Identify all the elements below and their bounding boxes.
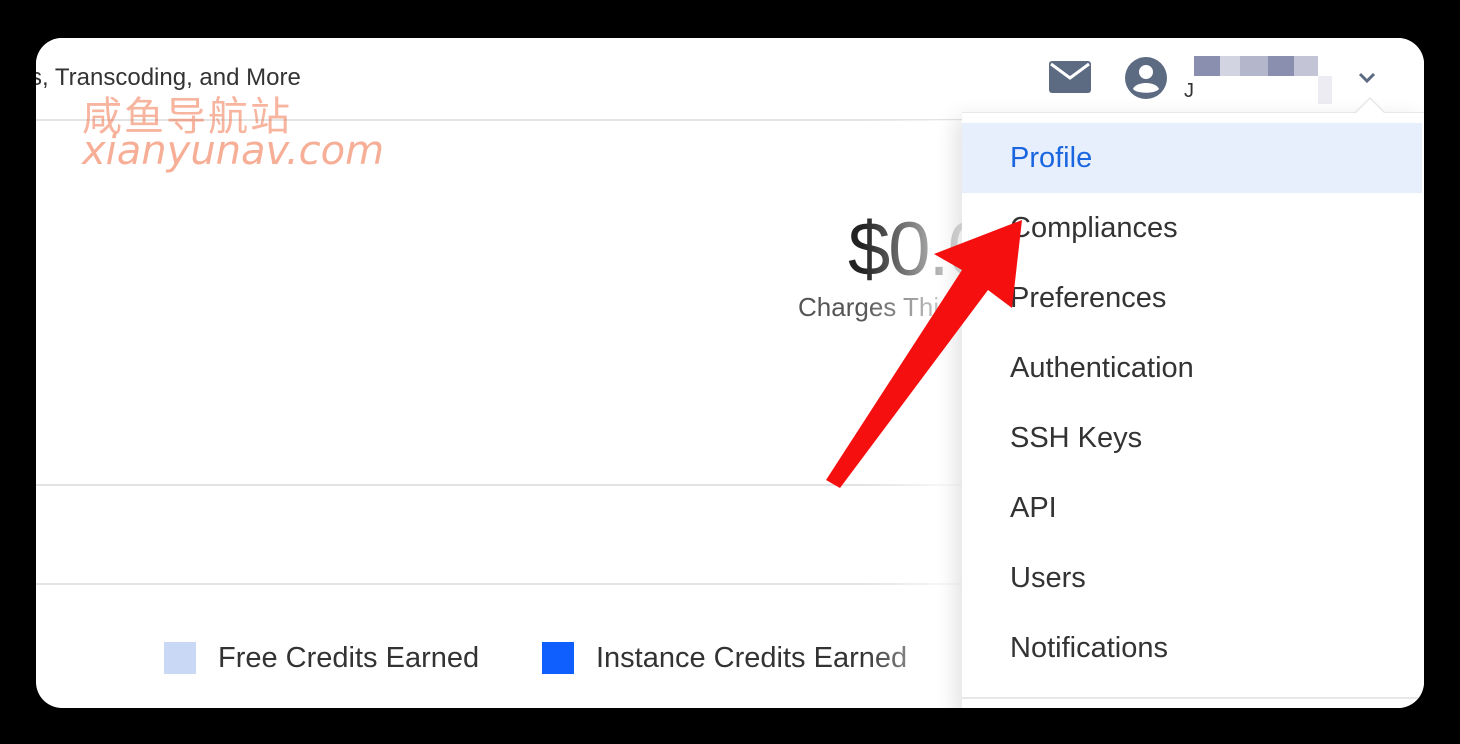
legend-item-free-credits: Free Credits Earned — [164, 642, 479, 674]
username-initial: J — [1184, 80, 1194, 102]
app-window: s, Transcoding, and More J $0.0 Charges … — [36, 38, 1424, 708]
mail-icon[interactable] — [1048, 60, 1092, 94]
menu-item-preferences[interactable]: Preferences — [962, 263, 1422, 333]
legend-item-instance-credits: Instance Credits Earned — [542, 642, 907, 674]
redaction-block — [1318, 76, 1332, 104]
legend-label: Free Credits Earned — [218, 641, 480, 674]
redaction-block — [1240, 56, 1268, 76]
dropdown-divider — [962, 697, 1424, 699]
menu-item-notifications[interactable]: Notifications — [962, 613, 1422, 683]
username-redacted[interactable]: J — [1184, 56, 1344, 104]
menu-item-profile[interactable]: Profile — [962, 123, 1422, 193]
redaction-block — [1220, 56, 1240, 76]
menu-item-compliances[interactable]: Compliances — [962, 193, 1422, 263]
promo-banner-text[interactable]: s, Transcoding, and More — [36, 64, 301, 92]
current-charges-label: Charges This M — [798, 292, 982, 322]
menu-item-users[interactable]: Users — [962, 543, 1422, 613]
legend-label: Instance Credits Earned — [596, 641, 908, 674]
legend-swatch — [542, 642, 574, 674]
legend-swatch — [164, 642, 196, 674]
account-circle-icon[interactable] — [1124, 56, 1168, 100]
menu-item-authentication[interactable]: Authentication — [962, 333, 1422, 403]
watermark-url: xianyunav.com — [82, 128, 385, 174]
menu-item-ssh-keys[interactable]: SSH Keys — [962, 403, 1422, 473]
redaction-block — [1294, 56, 1318, 76]
dropdown-caret-inner — [1356, 99, 1384, 113]
redaction-block — [1268, 56, 1294, 76]
user-menu-dropdown: Profile Compliances Preferences Authenti… — [962, 97, 1424, 708]
menu-item-api[interactable]: API — [962, 473, 1422, 543]
top-navigation-bar: s, Transcoding, and More J — [36, 38, 1424, 121]
chevron-down-icon[interactable] — [1356, 66, 1378, 88]
redaction-block — [1194, 56, 1220, 76]
